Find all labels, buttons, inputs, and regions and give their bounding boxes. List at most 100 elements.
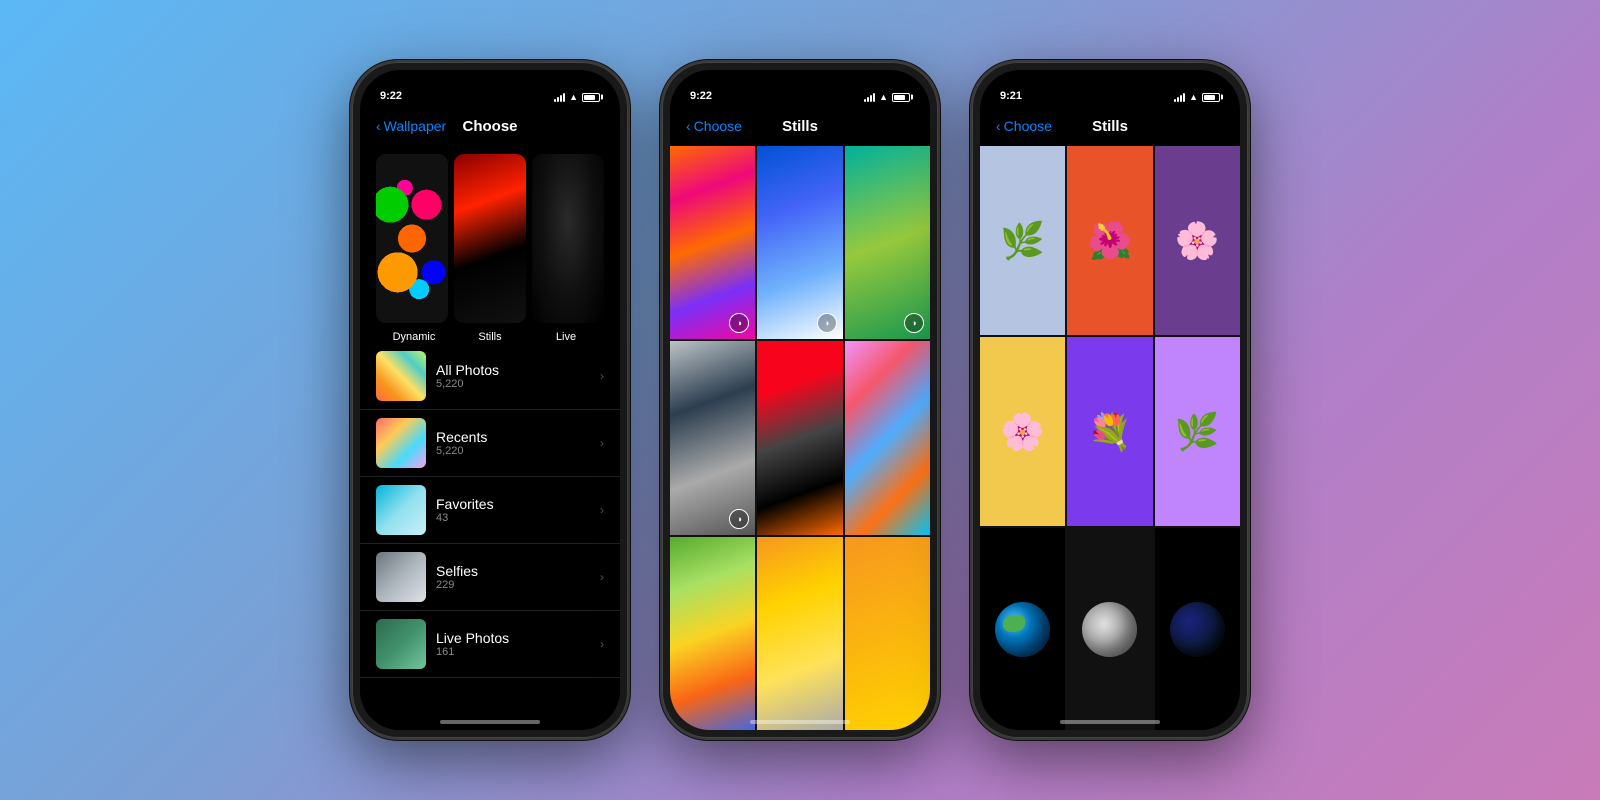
power-button-2 xyxy=(938,222,940,282)
wallpaper-previews xyxy=(360,146,620,331)
home-indicator xyxy=(440,720,540,724)
selfies-thumb xyxy=(376,552,426,602)
all-photos-thumb xyxy=(376,351,426,401)
selfies-count: 229 xyxy=(436,579,590,591)
still-6[interactable] xyxy=(845,341,930,534)
notch-3 xyxy=(1050,70,1170,98)
still-2[interactable]: ◑ xyxy=(757,146,842,339)
live-photos-info: Live Photos 161 xyxy=(436,630,590,658)
moon-icon xyxy=(1082,602,1137,657)
flower-5[interactable]: 💐 xyxy=(1067,337,1152,526)
flower-1-img: 🌿 xyxy=(980,146,1065,335)
wifi-icon: ▲ xyxy=(569,92,578,102)
phone1-body: 9:22 ▲ ‹ Wallpaper Choose xyxy=(350,60,630,740)
notch xyxy=(430,70,550,98)
all-photos-item[interactable]: All Photos 5,220 › xyxy=(360,343,620,410)
selfies-name: Selfies xyxy=(436,563,590,579)
phone1-nav-bar: ‹ Wallpaper Choose xyxy=(360,106,620,146)
still-7[interactable] xyxy=(670,537,755,730)
favorites-count: 43 xyxy=(436,512,590,524)
phone2-screen: 9:22 ▲ ‹ Choose Stills ◑ ◑ xyxy=(670,70,930,730)
phone2-body: 9:22 ▲ ‹ Choose Stills ◑ ◑ xyxy=(660,60,940,740)
recents-name: Recents xyxy=(436,429,590,445)
recents-count: 5,220 xyxy=(436,445,590,457)
volume-down-button-2 xyxy=(660,297,662,347)
phone2-nav-bar: ‹ Choose Stills xyxy=(670,106,930,146)
phone3-title: Stills xyxy=(1092,118,1128,135)
favorites-thumb xyxy=(376,485,426,535)
all-photos-info: All Photos 5,220 xyxy=(436,362,590,390)
still-9[interactable] xyxy=(845,537,930,730)
selfies-item[interactable]: Selfies 229 › xyxy=(360,544,620,611)
status-icons: ▲ xyxy=(554,92,600,102)
stills-preview[interactable] xyxy=(454,154,526,323)
volume-down-button-3 xyxy=(970,297,972,347)
home-indicator-2 xyxy=(750,720,850,724)
selfies-chevron: › xyxy=(600,570,604,584)
home-indicator-3 xyxy=(1060,720,1160,724)
selfies-info: Selfies 229 xyxy=(436,563,590,591)
flower-4-img: 🌸 xyxy=(980,337,1065,526)
signal-icon-2 xyxy=(864,92,875,102)
phone1-title: Choose xyxy=(462,118,517,135)
flower-6[interactable]: 🌿 xyxy=(1155,337,1240,526)
battery-icon-2 xyxy=(892,93,910,102)
flowers-grid: 🌿 🌺 🌸 🌸 💐 🌿 xyxy=(980,146,1240,730)
live-photos-name: Live Photos xyxy=(436,630,590,646)
phone2: 9:22 ▲ ‹ Choose Stills ◑ ◑ xyxy=(660,60,940,740)
flower-3[interactable]: 🌸 xyxy=(1155,146,1240,335)
favorites-name: Favorites xyxy=(436,496,590,512)
photo-library-list: All Photos 5,220 › Recents 5,220 › xyxy=(360,343,620,678)
volume-up-button-2 xyxy=(660,237,662,287)
stills-label: Stills xyxy=(452,331,528,343)
power-button-3 xyxy=(1248,222,1250,282)
phone3-body: 9:21 ▲ ‹ Choose Stills 🌿 xyxy=(970,60,1250,740)
flower-5-img: 💐 xyxy=(1067,337,1152,526)
still-3-icon: ◑ xyxy=(904,313,924,333)
recents-chevron: › xyxy=(600,436,604,450)
wifi-icon-2: ▲ xyxy=(879,92,888,102)
flower-4[interactable]: 🌸 xyxy=(980,337,1065,526)
power-button xyxy=(628,222,630,282)
status-icons-2: ▲ xyxy=(864,92,910,102)
signal-icon xyxy=(554,92,565,102)
still-1-icon: ◑ xyxy=(729,313,749,333)
flower-1[interactable]: 🌿 xyxy=(980,146,1065,335)
phone3-screen: 9:21 ▲ ‹ Choose Stills 🌿 xyxy=(980,70,1240,730)
still-4[interactable]: ◑ xyxy=(670,341,755,534)
still-4-icon: ◑ xyxy=(729,509,749,529)
phone3-back-button[interactable]: ‹ Choose xyxy=(996,118,1052,134)
phone1-back-button[interactable]: ‹ Wallpaper xyxy=(376,118,446,134)
earth-icon xyxy=(995,602,1050,657)
still-5[interactable] xyxy=(757,341,842,534)
dynamic-preview[interactable] xyxy=(376,154,448,323)
recents-thumb xyxy=(376,418,426,468)
flower-2-img: 🌺 xyxy=(1067,146,1152,335)
all-photos-count: 5,220 xyxy=(436,378,590,390)
all-photos-name: All Photos xyxy=(436,362,590,378)
flower-2[interactable]: 🌺 xyxy=(1067,146,1152,335)
phone2-title: Stills xyxy=(782,118,818,135)
still-1[interactable]: ◑ xyxy=(670,146,755,339)
planet-3-cell[interactable] xyxy=(1155,528,1240,730)
favorites-info: Favorites 43 xyxy=(436,496,590,524)
phone2-back-button[interactable]: ‹ Choose xyxy=(686,118,742,134)
live-preview[interactable] xyxy=(532,154,604,323)
still-3[interactable]: ◑ xyxy=(845,146,930,339)
choose-screen: Dynamic Stills Live All Photos 5,220 › xyxy=(360,146,620,730)
recents-item[interactable]: Recents 5,220 › xyxy=(360,410,620,477)
live-photos-item[interactable]: Live Photos 161 › xyxy=(360,611,620,678)
planet-2-cell[interactable] xyxy=(1067,528,1152,730)
recents-info: Recents 5,220 xyxy=(436,429,590,457)
mute-button-3 xyxy=(970,192,972,222)
phone3: 9:21 ▲ ‹ Choose Stills 🌿 xyxy=(970,60,1250,740)
battery-icon xyxy=(582,93,600,102)
volume-up-button-3 xyxy=(970,237,972,287)
flower-3-img: 🌸 xyxy=(1155,146,1240,335)
favorites-item[interactable]: Favorites 43 › xyxy=(360,477,620,544)
still-8[interactable] xyxy=(757,537,842,730)
volume-up-button xyxy=(350,237,352,287)
favorites-chevron: › xyxy=(600,503,604,517)
dynamic-label: Dynamic xyxy=(376,331,452,343)
planet-1-cell[interactable] xyxy=(980,528,1065,730)
